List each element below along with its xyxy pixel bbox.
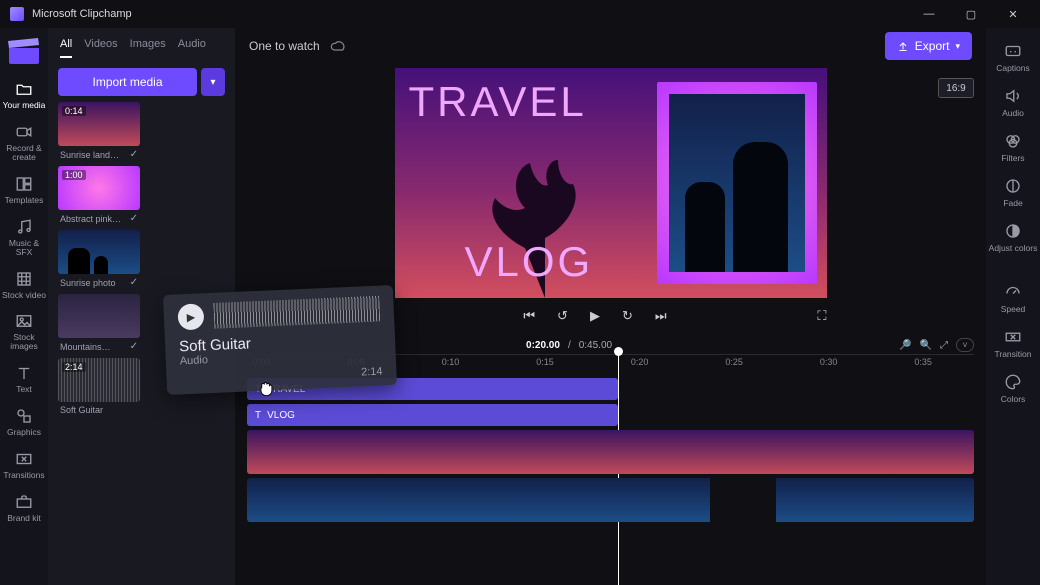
media-tabs: All Videos Images Audio	[48, 28, 235, 58]
export-button[interactable]: Export ▾	[885, 32, 972, 60]
window-minimize-button[interactable]: —	[908, 0, 950, 28]
rail-transition[interactable]: Transition	[986, 322, 1040, 365]
nav-text[interactable]: Text	[0, 358, 48, 401]
nav-templates[interactable]: Templates	[0, 169, 48, 212]
import-media-button[interactable]: Import media	[58, 68, 197, 96]
editor-topbar: One to watch Export ▾	[235, 28, 986, 64]
image-icon	[15, 312, 33, 330]
nav-stock-video[interactable]: Stock video	[0, 264, 48, 307]
zoom-in-button[interactable]: 🔍	[920, 340, 932, 351]
video-preview[interactable]: TRAVEL VLOG	[395, 68, 827, 298]
film-icon	[15, 270, 33, 288]
rail-fade[interactable]: Fade	[986, 171, 1040, 214]
project-title[interactable]: One to watch	[249, 39, 320, 53]
text-clip[interactable]: TVLOG	[247, 404, 618, 426]
app-logo-icon	[10, 7, 24, 21]
tab-images[interactable]: Images	[130, 38, 166, 58]
check-icon: ✓	[130, 277, 138, 288]
forward-button[interactable]: ↻	[622, 308, 633, 324]
window-close-button[interactable]: ✕	[992, 0, 1034, 28]
window-maximize-button[interactable]: ▢	[950, 0, 992, 28]
rail-speed[interactable]: Speed	[986, 277, 1040, 320]
transition-icon	[15, 450, 33, 468]
clapperboard-icon	[7, 38, 41, 64]
nav-music-sfx[interactable]: Music & SFX	[0, 212, 48, 264]
play-button[interactable]: ▶	[590, 308, 600, 324]
upload-icon	[897, 40, 909, 52]
check-icon: ✓	[130, 341, 138, 352]
rail-captions[interactable]: Captions	[986, 36, 1040, 79]
folder-icon	[15, 80, 33, 98]
text-icon	[15, 364, 33, 382]
speaker-icon	[1004, 87, 1022, 105]
shapes-icon	[15, 407, 33, 425]
aspect-ratio-button[interactable]: 16:9	[938, 78, 974, 98]
music-icon	[15, 218, 33, 236]
dragged-audio-card[interactable]: ▶ Soft Guitar Audio 2:14	[163, 285, 397, 395]
rewind-button[interactable]: ↺	[557, 308, 568, 324]
video-clip-sunrise[interactable]	[247, 430, 974, 474]
preview-text-vlog: VLOG	[465, 238, 594, 286]
video-clip-sunrise-photo[interactable]	[247, 478, 974, 522]
speed-icon	[1004, 283, 1022, 301]
captions-icon	[1004, 42, 1022, 60]
rail-colors[interactable]: Colors	[986, 367, 1040, 410]
fullscreen-button[interactable]: ⛶	[817, 308, 826, 324]
nav-brand-kit[interactable]: Brand kit	[0, 487, 48, 530]
rail-filters[interactable]: Filters	[986, 126, 1040, 169]
time-current: 0:20.00	[526, 340, 560, 351]
grab-cursor-icon	[256, 378, 276, 398]
zoom-fit-button[interactable]: ⤢	[940, 340, 948, 351]
rail-adjust-colors[interactable]: Adjust colors	[986, 216, 1040, 259]
transition-icon	[1004, 328, 1022, 346]
templates-icon	[15, 175, 33, 193]
skip-end-button[interactable]: ⏭	[655, 308, 667, 324]
left-nav: Your media Record & create Templates Mus…	[0, 28, 48, 585]
rail-audio[interactable]: Audio	[986, 81, 1040, 124]
media-item[interactable]: 1:00 Abstract pink…✓	[58, 166, 140, 224]
time-total: 0:45.00	[579, 340, 612, 351]
timeline-tracks: TTRAVEL TVLOG	[235, 376, 986, 532]
chevron-down-icon: ▾	[955, 41, 960, 52]
check-icon: ✓	[130, 213, 138, 224]
play-icon[interactable]: ▶	[177, 303, 204, 330]
transport-controls: ⏮ ↺ ▶ ↻ ⏭ ⛶	[395, 298, 827, 330]
nav-stock-images[interactable]: Stock images	[0, 306, 48, 358]
right-tool-rail: Captions Audio Filters Fade Adjust color…	[986, 28, 1040, 585]
media-item[interactable]: Sunrise photo✓	[58, 230, 140, 288]
nav-record-create[interactable]: Record & create	[0, 117, 48, 169]
cloud-sync-icon	[330, 38, 346, 54]
check-icon: ✓	[130, 149, 138, 160]
zoom-out-button[interactable]: 🔎	[899, 340, 911, 351]
app-title: Microsoft Clipchamp	[32, 8, 132, 20]
preview-text-travel: TRAVEL	[409, 78, 587, 126]
filters-icon	[1004, 132, 1022, 150]
timeline-collapse-button[interactable]: ˅	[956, 338, 974, 352]
media-item[interactable]: Mountains…✓	[58, 294, 140, 352]
briefcase-icon	[15, 493, 33, 511]
camera-icon	[15, 123, 33, 141]
fade-icon	[1004, 177, 1022, 195]
nav-graphics[interactable]: Graphics	[0, 401, 48, 444]
skip-start-button[interactable]: ⏮	[523, 308, 535, 324]
audio-card-length: 2:14	[361, 366, 383, 379]
titlebar: Microsoft Clipchamp — ▢ ✕	[0, 0, 1040, 28]
tab-audio[interactable]: Audio	[178, 38, 206, 58]
media-item[interactable]: 2:14 Soft Guitar	[58, 358, 140, 415]
import-media-dropdown[interactable]: ▾	[201, 68, 225, 96]
media-item[interactable]: 0:14 Sunrise land…✓	[58, 102, 140, 160]
nav-transitions[interactable]: Transitions	[0, 444, 48, 487]
contrast-icon	[1004, 222, 1022, 240]
palette-icon	[1004, 373, 1022, 391]
tab-videos[interactable]: Videos	[84, 38, 117, 58]
tab-all[interactable]: All	[60, 38, 72, 58]
text-icon: T	[255, 410, 261, 421]
nav-your-media[interactable]: Your media	[0, 74, 48, 117]
